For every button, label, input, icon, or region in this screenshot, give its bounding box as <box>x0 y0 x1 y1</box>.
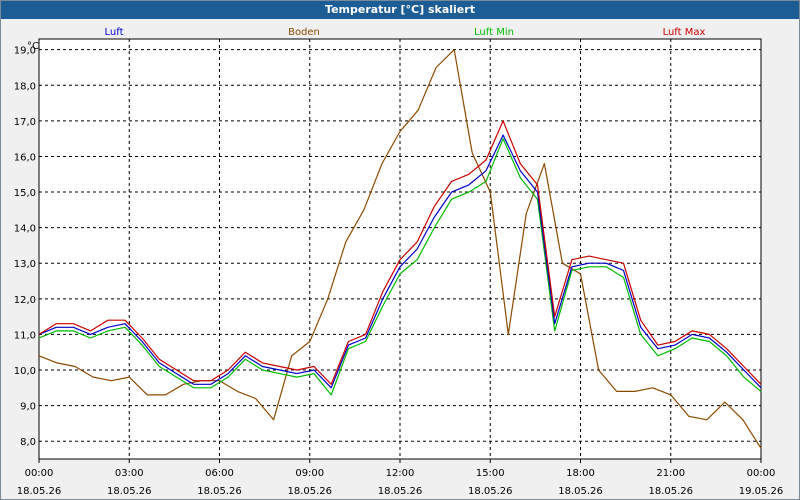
y-tick-label: 9,0 <box>20 402 36 413</box>
x-tick-time: 06:00 <box>205 468 234 479</box>
y-tick-label: 14,0 <box>14 224 36 235</box>
x-tick-time: 18:00 <box>566 468 595 479</box>
y-tick-label: 15,0 <box>14 188 36 199</box>
x-tick-date: 18.05.26 <box>287 486 332 497</box>
y-tick-label: 8,0 <box>20 437 36 448</box>
x-tick-date: 19.05.26 <box>739 486 784 497</box>
x-tick-date: 18.05.26 <box>17 486 62 497</box>
x-tick-date: 18.05.26 <box>107 486 152 497</box>
x-tick-date: 18.05.26 <box>468 486 513 497</box>
chart-window: Temperatur [°C] skaliert 8,0 9,0 10,0 11,0 1… <box>0 0 800 500</box>
x-tick-time: 09:00 <box>295 468 324 479</box>
y-tick-label: 13,0 <box>14 259 36 270</box>
y-axis-unit: °C <box>27 41 39 52</box>
legend-luft-max: Luft Max <box>663 27 706 38</box>
x-tick-time: 00:00 <box>25 468 54 479</box>
x-tick-date: 18.05.26 <box>648 486 693 497</box>
x-tick-time: 03:00 <box>115 468 144 479</box>
y-tick-label: 11,0 <box>14 330 36 341</box>
x-tick-time: 21:00 <box>656 468 685 479</box>
x-tick-time: 15:00 <box>476 468 505 479</box>
x-tick-time: 00:00 <box>747 468 776 479</box>
x-tick-date: 18.05.26 <box>378 486 423 497</box>
y-tick-label: 17,0 <box>14 117 36 128</box>
x-tick-time: 12:00 <box>386 468 415 479</box>
y-tick-label: 18,0 <box>14 81 36 92</box>
temperature-chart: 8,0 9,0 10,0 11,0 12,0 13,0 14,0 15,0 16,0 17,0 18… <box>14 27 784 497</box>
legend-luft: Luft <box>105 27 124 38</box>
x-tick-date: 18.05.26 <box>197 486 242 497</box>
y-tick-label: 10,0 <box>14 366 36 377</box>
x-tick-date: 18.05.26 <box>558 486 603 497</box>
y-tick-label: 16,0 <box>14 152 36 163</box>
legend-boden: Boden <box>288 27 320 38</box>
y-tick-label: 12,0 <box>14 295 36 306</box>
legend-luft-min: Luft Min <box>474 27 514 38</box>
